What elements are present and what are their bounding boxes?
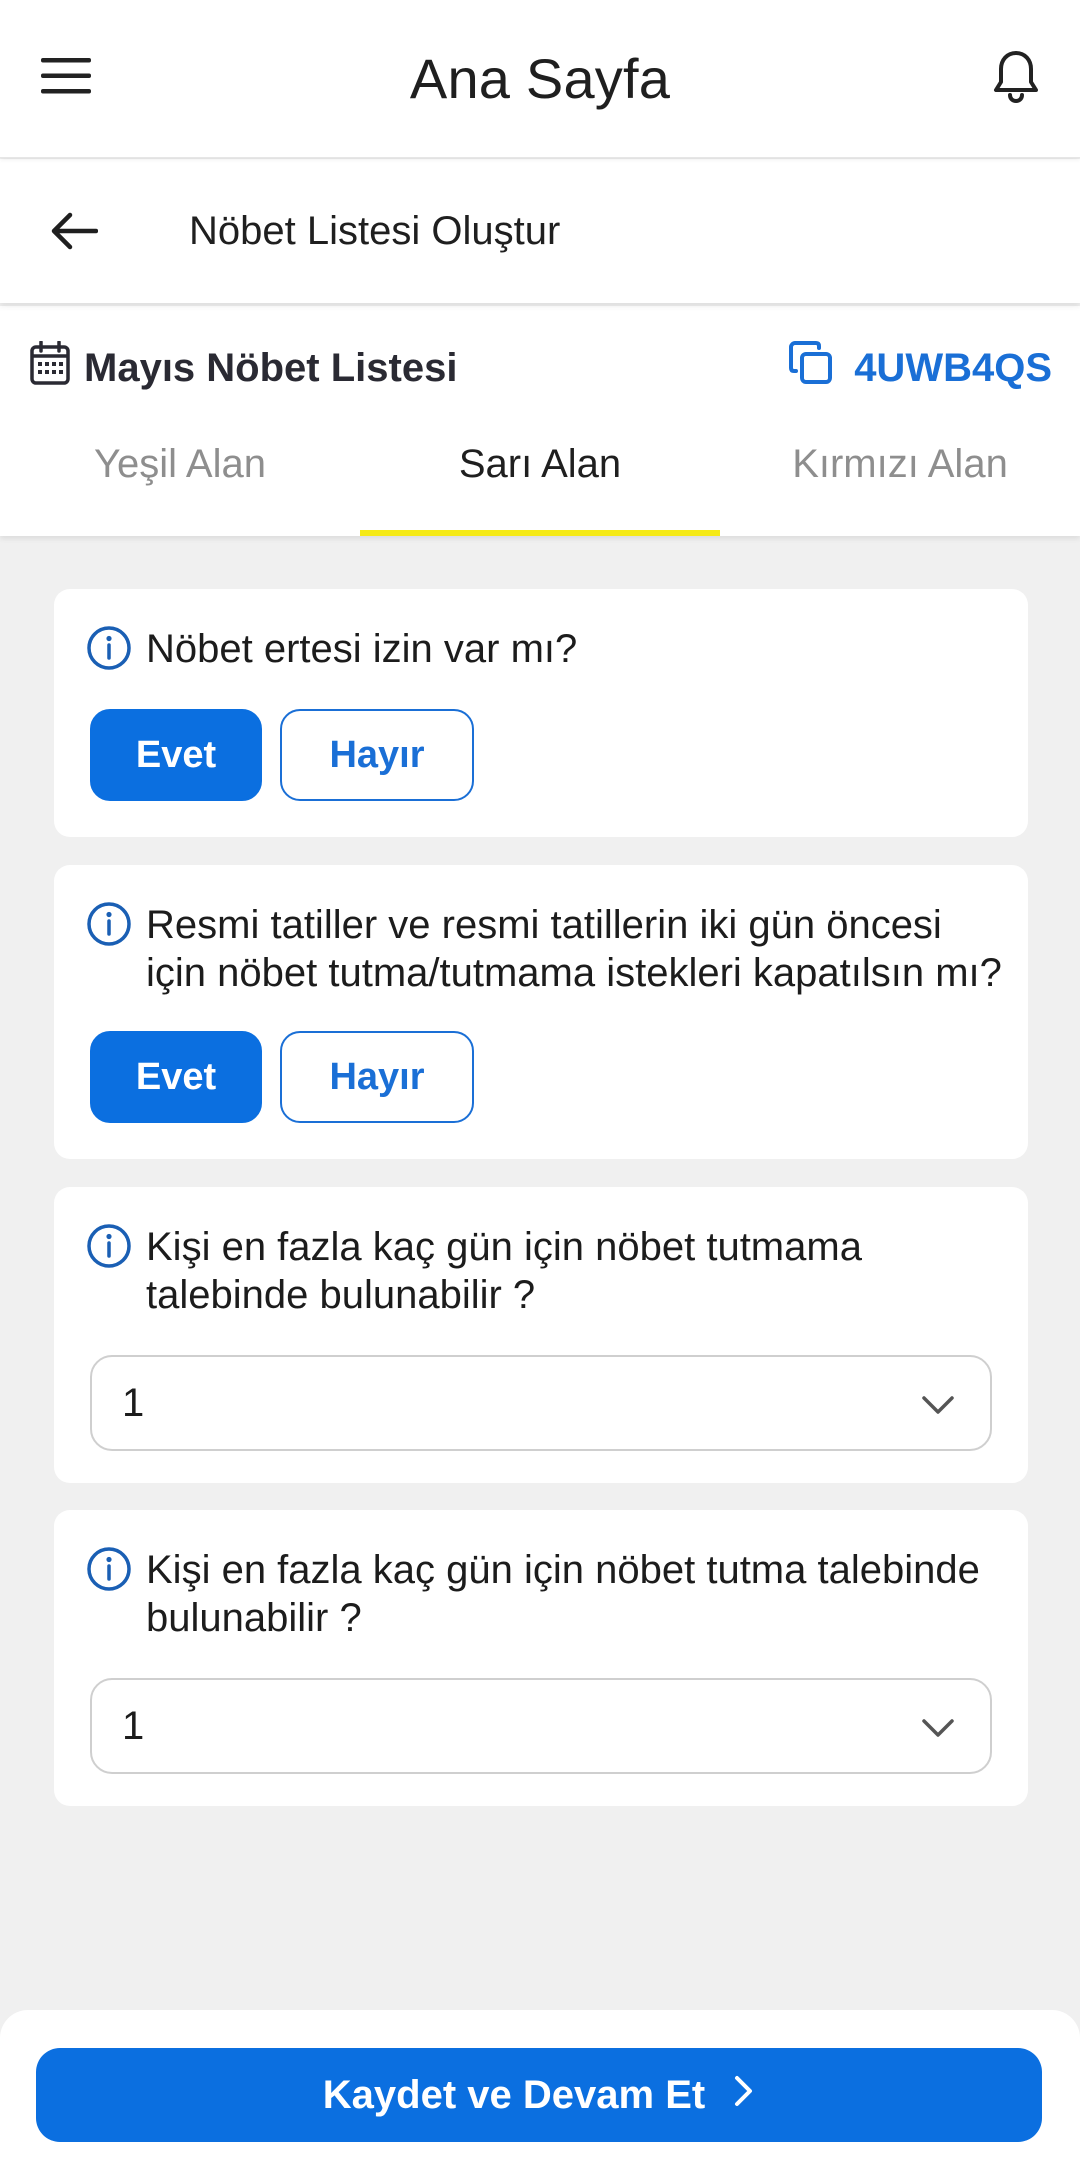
tab-sari-alan[interactable]: Sarı Alan [360, 406, 720, 536]
copy-icon [788, 340, 834, 396]
calendar-icon [30, 340, 70, 395]
chevron-down-icon [920, 1387, 956, 1423]
question-text: Kişi en fazla kaç gün için nöbet tutma t… [146, 1548, 980, 1640]
yes-button[interactable]: Evet [90, 709, 262, 801]
info-icon[interactable] [86, 1223, 132, 1269]
info-icon[interactable] [86, 625, 132, 671]
save-and-continue-button[interactable]: Kaydet ve Devam Et [36, 2048, 1042, 2142]
list-name-text: Mayıs Nöbet Listesi [84, 345, 458, 390]
list-info-panel: Mayıs Nöbet Listesi 4UWB4QS Yeşil Alan S… [0, 306, 1080, 536]
sub-header-title: Nöbet Listesi Oluştur [189, 208, 561, 253]
question-card: Nöbet ertesi izin var mı? Evet Hayır [54, 589, 1028, 837]
list-code: 4UWB4QS [854, 345, 1052, 390]
no-button[interactable]: Hayır [280, 709, 474, 801]
chevron-right-icon [733, 2073, 755, 2118]
list-name: Mayıs Nöbet Listesi [30, 338, 457, 398]
bell-icon[interactable] [986, 42, 1046, 112]
question-card: Resmi tatiller ve resmi tatillerin iki g… [54, 865, 1028, 1159]
question-text: Kişi en fazla kaç gün için nöbet tutmama… [146, 1225, 862, 1317]
yes-no-group: Evet Hayır [90, 1031, 474, 1123]
sub-header: Nöbet Listesi Oluştur [0, 159, 1080, 303]
copy-code-button[interactable]: 4UWB4QS [788, 338, 1052, 398]
info-icon[interactable] [86, 1546, 132, 1592]
question-card: Kişi en fazla kaç gün için nöbet tutmama… [54, 1187, 1028, 1483]
question-text: Resmi tatiller ve resmi tatillerin iki g… [146, 903, 1002, 995]
tab-kirmizi-alan[interactable]: Kırmızı Alan [720, 406, 1080, 536]
page-title: Ana Sayfa [409, 47, 671, 110]
hamburger-menu-icon[interactable] [36, 46, 96, 106]
question-text: Nöbet ertesi izin var mı? [146, 627, 578, 671]
question-card: Kişi en fazla kaç gün için nöbet tutma t… [54, 1510, 1028, 1806]
yes-button[interactable]: Evet [90, 1031, 262, 1123]
tab-bar: Yeşil Alan Sarı Alan Kırmızı Alan [0, 406, 1080, 536]
arrow-left-icon[interactable] [44, 201, 104, 261]
select-value: 1 [122, 1380, 145, 1425]
bottom-bar: Kaydet ve Devam Et [0, 2010, 1080, 2164]
app-bar: Ana Sayfa [0, 0, 1080, 158]
max-days-select[interactable]: 1 [90, 1678, 992, 1774]
yes-no-group: Evet Hayır [90, 709, 474, 801]
select-value: 1 [122, 1703, 145, 1748]
info-icon[interactable] [86, 901, 132, 947]
chevron-down-icon [920, 1710, 956, 1746]
max-days-select[interactable]: 1 [90, 1355, 992, 1451]
no-button[interactable]: Hayır [280, 1031, 474, 1123]
save-button-label: Kaydet ve Devam Et [322, 2072, 706, 2117]
page: Ana Sayfa Nöbet Listesi Oluştur Mayıs Nö… [0, 0, 1080, 2164]
tab-yesil-alan[interactable]: Yeşil Alan [0, 406, 360, 536]
